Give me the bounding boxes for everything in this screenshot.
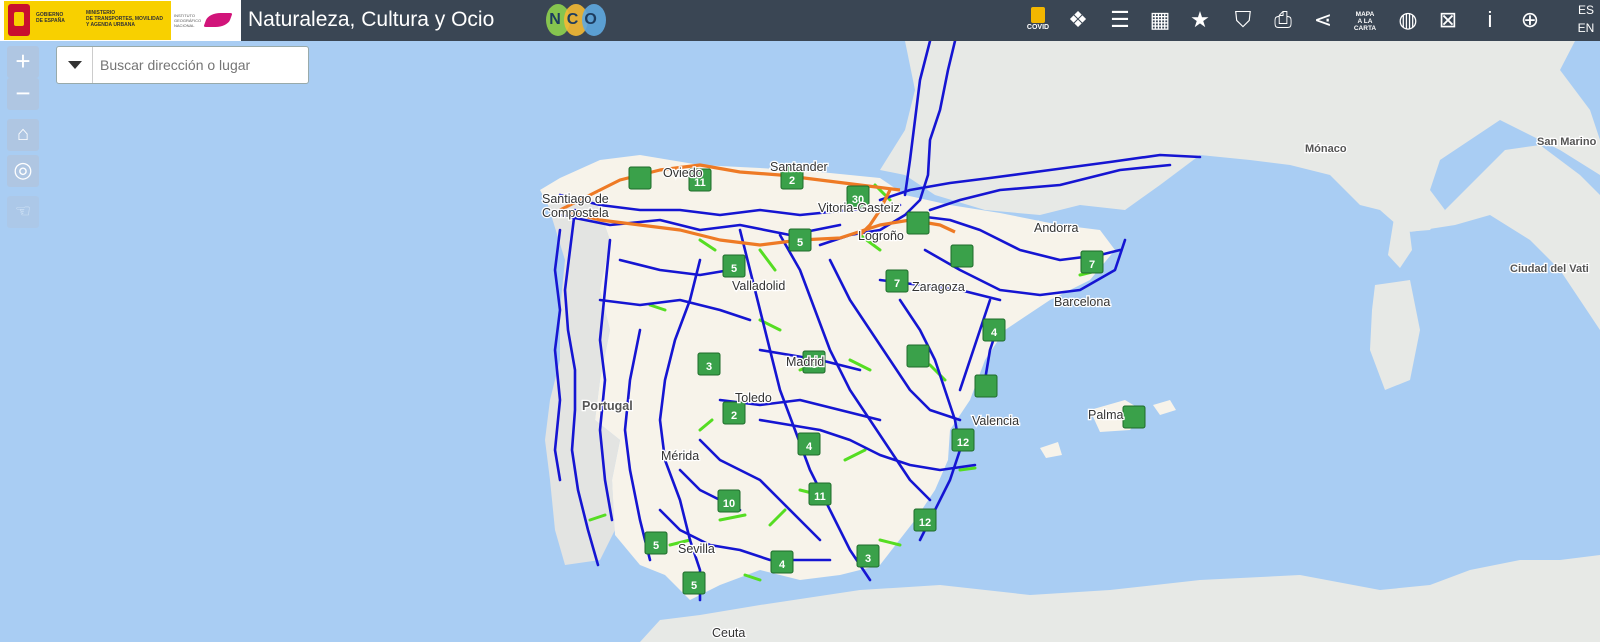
poi-cluster-count: 3 [706,361,712,373]
poi-cluster-count: 5 [691,580,697,592]
basket-icon: ⊠ [1438,7,1458,32]
poi-cluster-count: 4 [991,327,998,339]
legend-button[interactable]: ☰ [1106,6,1134,34]
covid-badge-icon [1031,7,1045,23]
place-label: Santiago de [542,192,609,206]
place-label: Ciudad del Vati [1510,263,1589,275]
pan-hand-button[interactable]: ☜ [7,196,39,228]
ign-mark-icon [203,13,233,27]
bag-icon: ⛉ [1234,7,1252,32]
place-label: Zaragoza [912,280,965,294]
place-label: Mónaco [1305,143,1347,155]
globe-download-button[interactable]: ◍ [1394,6,1422,34]
place-label: Madrid [786,355,824,369]
favorites-button[interactable]: ★ [1186,6,1214,34]
grid-icon: ▦ [1149,7,1171,32]
spain-crest-icon [8,4,30,36]
layers-button[interactable]: ❖ [1064,6,1092,34]
place-label: Oviedo [663,166,703,180]
nco-logo-text: NCO [549,11,603,28]
info-button[interactable]: i [1476,6,1504,34]
download-button[interactable]: ⛉ [1229,6,1257,34]
poi-cluster-count: 11 [814,491,826,503]
place-label: Logroño [858,229,904,243]
cart-button[interactable]: ⊠ [1434,6,1462,34]
place-label: Valladolid [732,279,785,293]
basemaps-button[interactable]: ▦ [1146,6,1174,34]
poi-marker-icon[interactable] [950,244,974,268]
poi-cluster-count: 4 [806,441,813,453]
place-label: Santander [770,160,828,174]
top-toolbar: GOBIERNO DE ESPAÑA MINISTERIO DE TRANSPO… [0,0,1600,41]
globe-icon: ◍ [1398,7,1418,32]
poi-cluster-count: 5 [797,237,803,249]
place-label: Portugal [582,399,633,413]
poi-marker-icon[interactable] [974,374,998,398]
poi-marker-icon[interactable] [1122,405,1146,429]
search-box [56,46,309,84]
lang-en[interactable]: EN [1574,21,1598,35]
place-label: Andorra [1034,221,1079,235]
poi-cluster-count: 5 [731,263,737,275]
poi-marker-icon[interactable] [906,344,930,368]
poi-cluster-count: 12 [957,437,969,449]
poi-cluster-count: 12 [919,517,931,529]
star-icon: ★ [1190,7,1210,32]
poi-cluster-count: 2 [789,175,795,187]
poi-cluster-count: 4 [779,559,786,571]
nco-logo[interactable]: NCO [546,4,606,37]
lock-icon: ⊕ [1520,7,1540,32]
print-button[interactable]: ⎙ [1269,6,1297,34]
place-label: Sevilla [678,542,715,556]
printer-icon: ⎙ [1274,7,1292,32]
home-extent-button[interactable]: ⌂ [7,119,39,151]
geolocate-button[interactable]: ◎ [7,155,39,187]
share-icon: ⋖ [1313,7,1333,32]
app-title: Naturaleza, Cultura y Ocio [248,8,495,31]
logo-strip: GOBIERNO DE ESPAÑA MINISTERIO DE TRANSPO… [0,0,241,41]
layers-icon: ❖ [1068,7,1088,32]
ign-logo: INSTITUTO GEOGRÁFICO NACIONAL [172,1,238,40]
place-label: Palma [1088,408,1123,422]
gov-logo-text: GOBIERNO DE ESPAÑA [36,12,65,24]
place-label: Mérida [661,449,699,463]
ministry-logo-text: MINISTERIO DE TRANSPORTES, MOVILIDAD Y A… [86,10,163,28]
poi-marker-icon[interactable] [906,211,930,235]
poi-cluster-count: 7 [1089,259,1095,271]
search-input[interactable] [98,53,302,77]
login-button[interactable]: ⊕ [1516,6,1544,34]
place-label: Barcelona [1054,295,1110,309]
place-label: Ceuta [712,626,745,640]
poi-cluster-count: 5 [653,540,659,552]
info-icon: i [1487,7,1493,32]
lang-es[interactable]: ES [1574,3,1598,17]
place-label: San Marino [1537,136,1597,148]
share-button[interactable]: ⋖ [1309,6,1337,34]
place-label: Valencia [972,414,1019,428]
zoom-out-button[interactable]: − [7,78,39,110]
poi-cluster-count: 7 [894,278,900,290]
list-icon: ☰ [1110,7,1130,32]
poi-cluster-count: 10 [723,498,735,510]
zoom-in-button[interactable]: + [7,46,39,78]
ign-logo-text: INSTITUTO GEOGRÁFICO NACIONAL [174,13,202,28]
place-label: Vitoria-Gasteiz [818,201,900,215]
poi-cluster-count: 2 [731,410,737,422]
map-carta-icon: MAPA A LA CARTA [1353,11,1377,32]
poi-cluster-count: 3 [865,553,871,565]
place-label: Toledo [735,391,772,405]
mapa-a-la-carta-button[interactable]: MAPA A LA CARTA [1351,6,1379,34]
covid-button[interactable]: COVID [1024,6,1052,34]
gobierno-logo: GOBIERNO DE ESPAÑA MINISTERIO DE TRANSPO… [4,1,171,40]
poi-marker-icon[interactable] [628,166,652,190]
map-canvas[interactable]: 11 2305577463212410111254 35 Santiago deCo… [0,41,1600,642]
search-type-dropdown[interactable] [57,47,93,83]
place-label: Compostela [542,206,609,220]
